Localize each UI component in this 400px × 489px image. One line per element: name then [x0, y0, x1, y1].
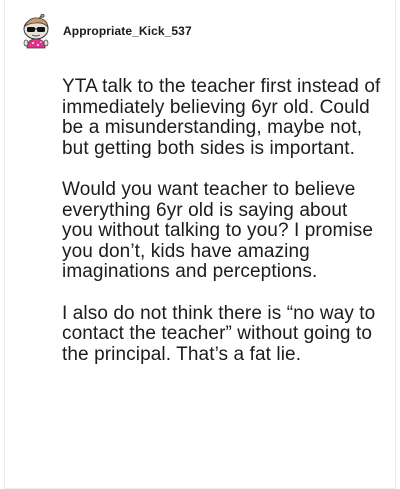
username-link[interactable]: Appropriate_Kick_537 — [63, 24, 192, 38]
comment-body: YTA talk to the teacher first instead of… — [62, 76, 382, 386]
comment-header: Appropriate_Kick_537 — [21, 14, 192, 50]
avatar[interactable] — [21, 14, 53, 50]
comment-paragraph: I also do not think there is “no way to … — [62, 302, 376, 365]
snoo-avatar-icon — [23, 14, 49, 49]
comment-paragraph: YTA talk to the teacher first instead of… — [62, 76, 381, 159]
comment-paragraph: Would you want teacher to believe everyt… — [62, 179, 374, 282]
comment-card: Appropriate_Kick_537 YTA talk to the tea… — [4, 0, 396, 489]
